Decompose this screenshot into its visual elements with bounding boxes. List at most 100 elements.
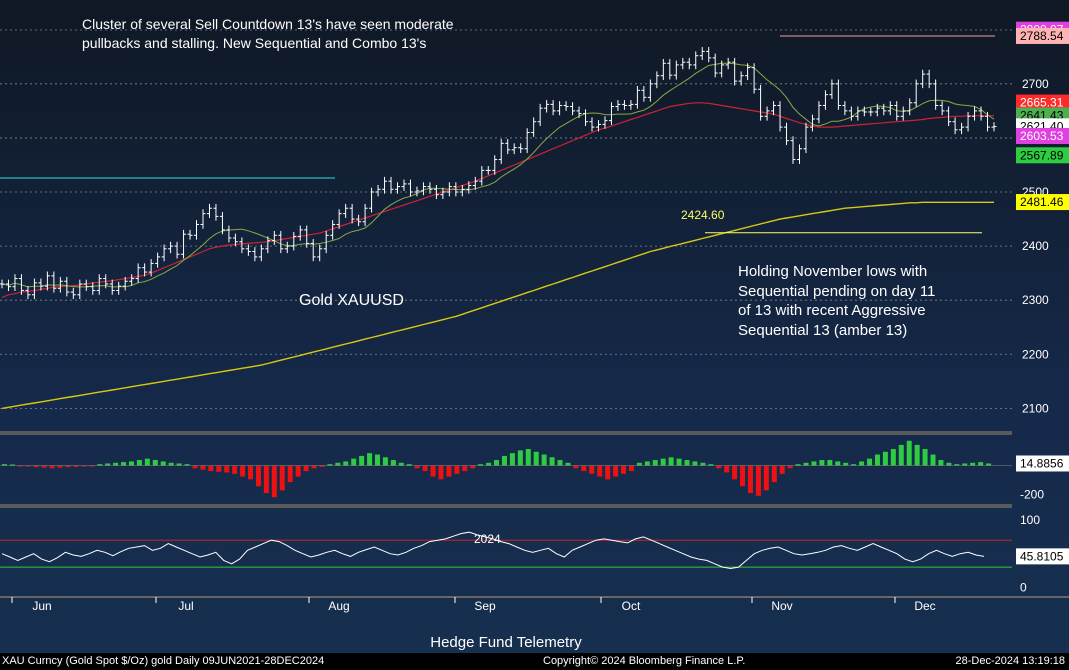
momentum-bar (216, 465, 222, 472)
momentum-bar (747, 465, 753, 494)
panel-separator (0, 504, 1012, 508)
x-tick-label: Dec (914, 599, 935, 613)
momentum-bar (621, 465, 627, 474)
momentum-bar (494, 460, 500, 466)
price-right-label: 2481.46 (1016, 194, 1069, 211)
momentum-bar (859, 461, 865, 466)
footer-bar: XAU Curncy (Gold Spot $/Oz) gold Daily 0… (0, 653, 1069, 670)
momentum-bar (573, 465, 579, 469)
momentum-bar (343, 461, 349, 466)
momentum-bar (128, 461, 134, 466)
price-tick-label: 2200 (1022, 347, 1049, 361)
annotation-lower-right: Holding November lows with Sequential pe… (738, 263, 936, 339)
momentum-bar (414, 465, 420, 469)
rsi-value-label: 45.8105 (1020, 549, 1064, 563)
momentum-bar (827, 460, 833, 466)
momentum-bar (787, 465, 793, 469)
momentum-bar (335, 462, 341, 466)
momentum-bar (874, 454, 880, 466)
momentum-bar (49, 465, 55, 469)
momentum-bar (589, 465, 595, 474)
x-tick-label: Nov (771, 599, 792, 613)
momentum-bar (501, 455, 507, 466)
price-right-label: 2603.53 (1016, 128, 1069, 145)
footer-source: Hedge Fund Telemetry (430, 634, 582, 651)
momentum-bar (867, 458, 873, 466)
momentum-bar (263, 465, 269, 494)
rsi-tick-label: 0 (1020, 580, 1027, 594)
momentum-bar (351, 458, 357, 466)
momentum-bar (486, 462, 492, 466)
footer-left: XAU Curncy (Gold Spot $/Oz) gold Daily 0… (2, 655, 325, 667)
momentum-bar (890, 449, 896, 466)
momentum-bar (962, 463, 968, 466)
price-tick-label: 2300 (1022, 293, 1049, 307)
chart-window: 21002200230024002500260027002800.072788.… (0, 0, 1069, 670)
momentum-bar (240, 465, 246, 477)
momentum-bar (986, 463, 992, 466)
momentum-bar (462, 465, 468, 472)
momentum-bar (271, 465, 277, 498)
momentum-bar (843, 462, 849, 466)
price-right-label-text: 2788.54 (1020, 29, 1064, 43)
momentum-bar (121, 462, 127, 466)
momentum-bar (724, 465, 730, 473)
momentum-bar (533, 451, 539, 466)
momentum-bar (136, 460, 142, 466)
momentum-bar (367, 453, 373, 466)
price-tick-label: 2700 (1022, 77, 1049, 91)
momentum-bar (676, 458, 682, 466)
momentum-bar (549, 457, 555, 466)
momentum-bar (152, 460, 158, 466)
momentum-bar (509, 453, 515, 466)
x-tick-label: Sep (474, 599, 496, 613)
momentum-bar (605, 465, 611, 480)
momentum-bar (105, 463, 111, 466)
level-label: 2424.60 (681, 208, 725, 222)
momentum-bar (644, 461, 650, 466)
momentum-bar (454, 465, 460, 474)
momentum-bar (771, 465, 777, 483)
momentum-bar (390, 460, 396, 466)
momentum-bar (295, 465, 301, 477)
momentum-bar (525, 449, 531, 466)
x-tick-label: Aug (328, 599, 349, 613)
momentum-bar (232, 465, 238, 474)
momentum-bar (422, 465, 428, 472)
momentum-bar (208, 465, 214, 472)
panel-separator (0, 431, 1012, 435)
price-right-label-text: 2567.89 (1020, 148, 1064, 162)
momentum-bar (557, 460, 563, 466)
price-right-label: 2788.54 (1016, 27, 1069, 44)
momentum-bar (811, 461, 817, 466)
momentum-bar (906, 440, 912, 466)
price-right-label-text: 2603.53 (1020, 129, 1064, 143)
momentum-bar (922, 449, 928, 466)
momentum-bar (938, 460, 944, 466)
price-right-label-text: 2665.31 (1020, 96, 1064, 110)
momentum-bar (732, 465, 738, 480)
momentum-bar (946, 462, 952, 466)
momentum-bar (430, 465, 436, 477)
momentum-bar (978, 462, 984, 466)
momentum-bar (970, 462, 976, 466)
price-tick-label: 2400 (1022, 239, 1049, 253)
momentum-bar (255, 465, 261, 487)
momentum-bar (287, 465, 293, 483)
momentum-bar (565, 462, 571, 466)
momentum-bar (819, 460, 825, 466)
momentum-bar (930, 454, 936, 466)
momentum-bar (224, 465, 230, 473)
axis-separator (0, 596, 1069, 598)
rsi-tick-label: 100 (1020, 513, 1040, 527)
annotation-top-left: Cluster of several Sell Countdown 13's h… (82, 16, 454, 51)
momentum-bar (700, 462, 706, 466)
momentum-bar (144, 458, 150, 466)
x-tick-label: Jun (32, 599, 51, 613)
momentum-bar (716, 465, 722, 469)
momentum-bar (160, 461, 166, 466)
momentum-bar (176, 463, 182, 466)
momentum-bar (668, 457, 674, 466)
momentum-bar (597, 465, 603, 477)
momentum-bar (113, 462, 119, 466)
